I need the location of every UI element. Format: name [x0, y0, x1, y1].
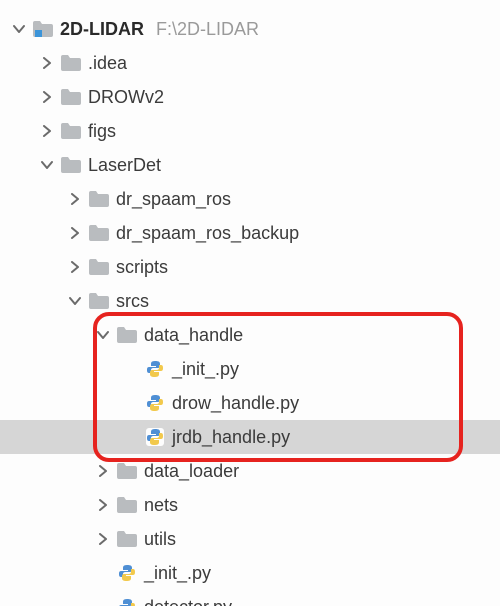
tree-row[interactable]: _init_.py [0, 556, 500, 590]
tree-item-label: jrdb_handle.py [172, 427, 290, 448]
tree-item-label: figs [88, 121, 116, 142]
tree-row[interactable]: 2D-LIDAR F:\2D-LIDAR [0, 12, 500, 46]
folder-icon [60, 120, 82, 142]
python-icon [144, 358, 166, 380]
project-tree[interactable]: 2D-LIDAR F:\2D-LIDAR .idea DROWv2 figs La… [0, 0, 500, 606]
tree-item-label: _init_.py [144, 563, 211, 584]
tree-item-label: dr_spaam_ros_backup [116, 223, 299, 244]
chevron-down-icon[interactable] [94, 326, 112, 344]
chevron-right-icon[interactable] [94, 462, 112, 480]
chevron-right-icon[interactable] [94, 530, 112, 548]
folder-icon [88, 256, 110, 278]
tree-item-label: DROWv2 [88, 87, 164, 108]
folder-icon [60, 52, 82, 74]
chevron-right-icon[interactable] [38, 88, 56, 106]
python-icon [116, 596, 138, 606]
tree-item-label: 2D-LIDAR [60, 19, 144, 40]
folder-icon [88, 290, 110, 312]
chevron-right-icon[interactable] [66, 224, 84, 242]
chevron-right-icon[interactable] [94, 496, 112, 514]
tree-item-label: data_handle [144, 325, 243, 346]
tree-item-label: dr_spaam_ros [116, 189, 231, 210]
folder-icon [60, 86, 82, 108]
chevron-down-icon[interactable] [66, 292, 84, 310]
tree-item-label: nets [144, 495, 178, 516]
folder-icon [116, 494, 138, 516]
tree-item-label: drow_handle.py [172, 393, 299, 414]
tree-row[interactable]: _init_.py [0, 352, 500, 386]
chevron-right-icon[interactable] [66, 190, 84, 208]
folder-icon [88, 188, 110, 210]
folder-icon [116, 324, 138, 346]
tree-item-label: .idea [88, 53, 127, 74]
chevron-right-icon[interactable] [38, 122, 56, 140]
folder-icon [60, 154, 82, 176]
tree-row[interactable]: dr_spaam_ros_backup [0, 216, 500, 250]
folder-icon [116, 460, 138, 482]
tree-row[interactable]: utils [0, 522, 500, 556]
tree-item-label: utils [144, 529, 176, 550]
tree-row[interactable]: dr_spaam_ros [0, 182, 500, 216]
tree-row[interactable]: srcs [0, 284, 500, 318]
tree-row[interactable]: LaserDet [0, 148, 500, 182]
tree-row[interactable]: DROWv2 [0, 80, 500, 114]
tree-item-label: LaserDet [88, 155, 161, 176]
chevron-right-icon[interactable] [66, 258, 84, 276]
chevron-down-icon[interactable] [38, 156, 56, 174]
python-icon [144, 426, 166, 448]
chevron-down-icon[interactable] [10, 20, 28, 38]
tree-item-label: detector.py [144, 597, 232, 606]
tree-row[interactable]: figs [0, 114, 500, 148]
tree-row[interactable]: nets [0, 488, 500, 522]
tree-row[interactable]: scripts [0, 250, 500, 284]
tree-row[interactable]: data_loader [0, 454, 500, 488]
tree-row[interactable]: drow_handle.py [0, 386, 500, 420]
tree-item-label: srcs [116, 291, 149, 312]
folder-icon [116, 528, 138, 550]
tree-row[interactable]: jrdb_handle.py [0, 420, 500, 454]
tree-item-label: _init_.py [172, 359, 239, 380]
python-icon [116, 562, 138, 584]
tree-row[interactable]: detector.py [0, 590, 500, 606]
chevron-right-icon[interactable] [38, 54, 56, 72]
project-folder-icon [32, 18, 54, 40]
folder-icon [88, 222, 110, 244]
tree-item-label: data_loader [144, 461, 239, 482]
tree-item-path: F:\2D-LIDAR [156, 19, 259, 40]
python-icon [144, 392, 166, 414]
tree-row[interactable]: .idea [0, 46, 500, 80]
tree-row[interactable]: data_handle [0, 318, 500, 352]
tree-item-label: scripts [116, 257, 168, 278]
